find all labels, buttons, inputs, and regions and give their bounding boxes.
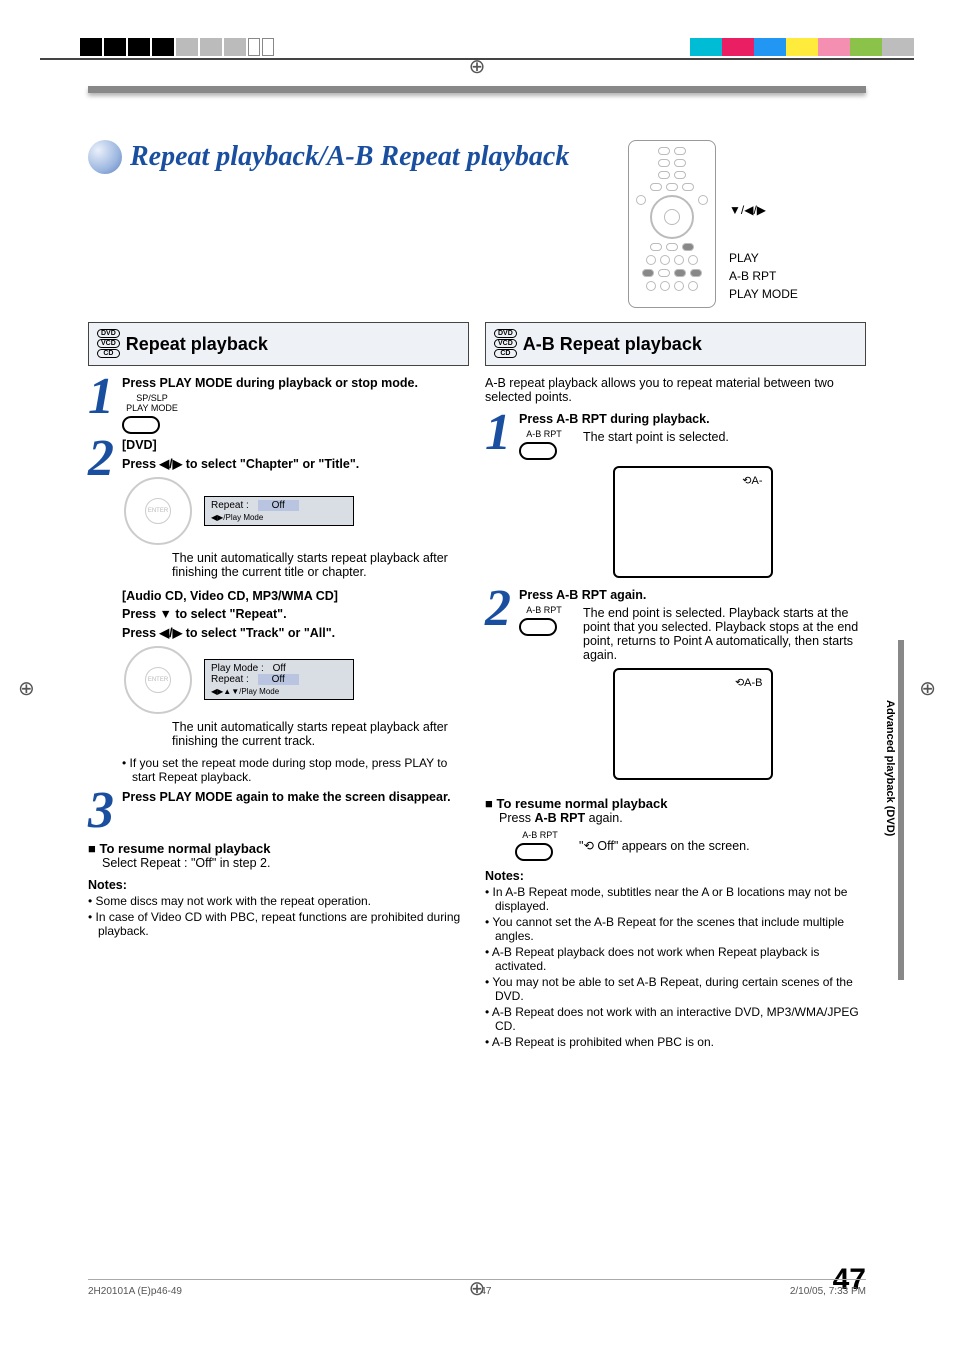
osd-repeat-off: Repeat : Off ◀▶/Play Mode [204,496,354,526]
ab-btn-label-1: A-B RPT [519,430,569,440]
step-number-2: 2 [88,438,122,786]
left-note-2: In case of Video CD with PBC, repeat fun… [96,910,461,938]
resume-body-right: Press A-B RPT again. [499,811,866,825]
right-note-1: In A-B Repeat mode, subtitles near the A… [493,885,848,913]
section-heading-repeat-text: Repeat playback [126,334,268,355]
section-heading-abrepeat-text: A-B Repeat playback [523,334,702,355]
screen-a-point: ⟲A- [613,466,773,578]
registration-mark-bottom: ⊕ [469,1276,486,1301]
repeat-playback-section: DVDVCDCD Repeat playback 1 Press PLAY MO… [88,322,469,1051]
ab-step2-head: Press A-B RPT again. [519,588,866,602]
ab-repeat-section: DVDVCDCD A-B Repeat playback A-B repeat … [485,322,866,1051]
footer-left: 2H20101A (E)p46-49 [88,1286,182,1297]
notes-heading-left: Notes: [88,878,469,892]
section-heading-abrepeat: DVDVCDCD A-B Repeat playback [485,322,866,366]
side-tab-label: Advanced playback (DVD) [884,700,896,836]
step2-head2b: Press ◀/▶ to select "Track" or "All". [122,625,469,640]
disc-badge-icon: DVDVCDCD [97,329,120,359]
step-number-1: 1 [88,376,122,434]
right-note-3: A-B Repeat playback does not work when R… [492,945,820,973]
abrpt-button-icon-2 [519,618,557,636]
remote-label-direction: ▼/◀/▶ [729,201,798,219]
remote-label-play: PLAY [729,249,798,267]
registration-mark-left: ⊕ [18,676,35,701]
resume-heading-right: To resume normal playback [485,796,866,811]
registration-mark-right: ⊕ [919,676,936,701]
footer-right: 2/10/05, 7:33 PM [790,1286,866,1297]
side-tab-stripe [898,640,904,980]
step1-head: Press PLAY MODE during playback or stop … [122,376,469,390]
off-message: "⟲ Off" appears on the screen. [579,838,750,853]
header-bar [88,86,866,93]
navpad-icon-2 [124,646,192,714]
remote-label-abrpt: A-B RPT [729,267,798,285]
step2-head2a: Press ▼ to select "Repeat". [122,607,469,621]
ab-step-number-1: 1 [485,412,519,584]
registration-mark-top: ⊕ [469,54,486,79]
navpad-icon [124,477,192,545]
step3-head: Press PLAY MODE again to make the screen… [122,790,469,804]
remote-label-playmode: PLAY MODE [729,285,798,303]
resume-body-left: Select Repeat : "Off" in step 2. [102,856,469,870]
resume-heading-left: To resume normal playback [88,841,469,856]
section-heading-repeat: DVDVCDCD Repeat playback [88,322,469,366]
osd-ab-icon: ⟲A-B [735,676,763,689]
step-number-3: 3 [88,790,122,832]
ab-intro: A-B repeat playback allows you to repeat… [485,376,866,404]
left-note-1: Some discs may not work with the repeat … [96,894,371,908]
ab-step1-p: The start point is selected. [583,430,866,444]
right-note-6: A-B Repeat is prohibited when PBC is on. [492,1035,714,1049]
step2-bullet: If you set the repeat mode during stop m… [130,756,448,784]
ab-btn-label-off: A-B RPT [515,831,565,841]
ab-step1-head: Press A-B RPT during playback. [519,412,866,426]
step2-p2: The unit automatically starts repeat pla… [172,720,469,748]
right-note-5: A-B Repeat does not work with an interac… [492,1005,859,1033]
remote-diagram: ▼/◀/▶ PLAY A-B RPT PLAY MODE [628,140,716,308]
abrpt-button-icon [519,442,557,460]
page-title-text: Repeat playback/A-B Repeat playback [130,141,569,173]
page-title: Repeat playback/A-B Repeat playback [88,140,569,174]
top-left-blocks [80,38,276,56]
right-note-4: You may not be able to set A-B Repeat, d… [492,975,852,1003]
notes-heading-right: Notes: [485,869,866,883]
top-right-color-blocks [690,38,914,56]
playmode-button-icon [122,416,160,434]
abrpt-button-icon-3 [515,843,553,861]
step2-dvd-label: [DVD] [122,438,469,452]
osd-playmode-repeat: Play Mode : Off Repeat : Off ◀▶▲▼/Play M… [204,659,354,700]
title-bullet-icon [88,140,122,174]
step2-p1: The unit automatically starts repeat pla… [172,551,469,579]
ab-step2-p: The end point is selected. Playback star… [583,606,866,662]
btn-label-playmode: PLAY MODE [122,404,182,414]
step2-head1: Press ◀/▶ to select "Chapter" or "Title"… [122,456,469,471]
osd-a-icon: ⟲A- [742,474,762,487]
ab-step-number-2: 2 [485,588,519,786]
right-note-2: You cannot set the A-B Repeat for the sc… [492,915,844,943]
ab-btn-label-2: A-B RPT [519,606,569,616]
screen-ab-point: ⟲A-B [613,668,773,780]
step2-cd-label: [Audio CD, Video CD, MP3/WMA CD] [122,589,469,603]
disc-badge-icon-2: DVDVCDCD [494,329,517,359]
